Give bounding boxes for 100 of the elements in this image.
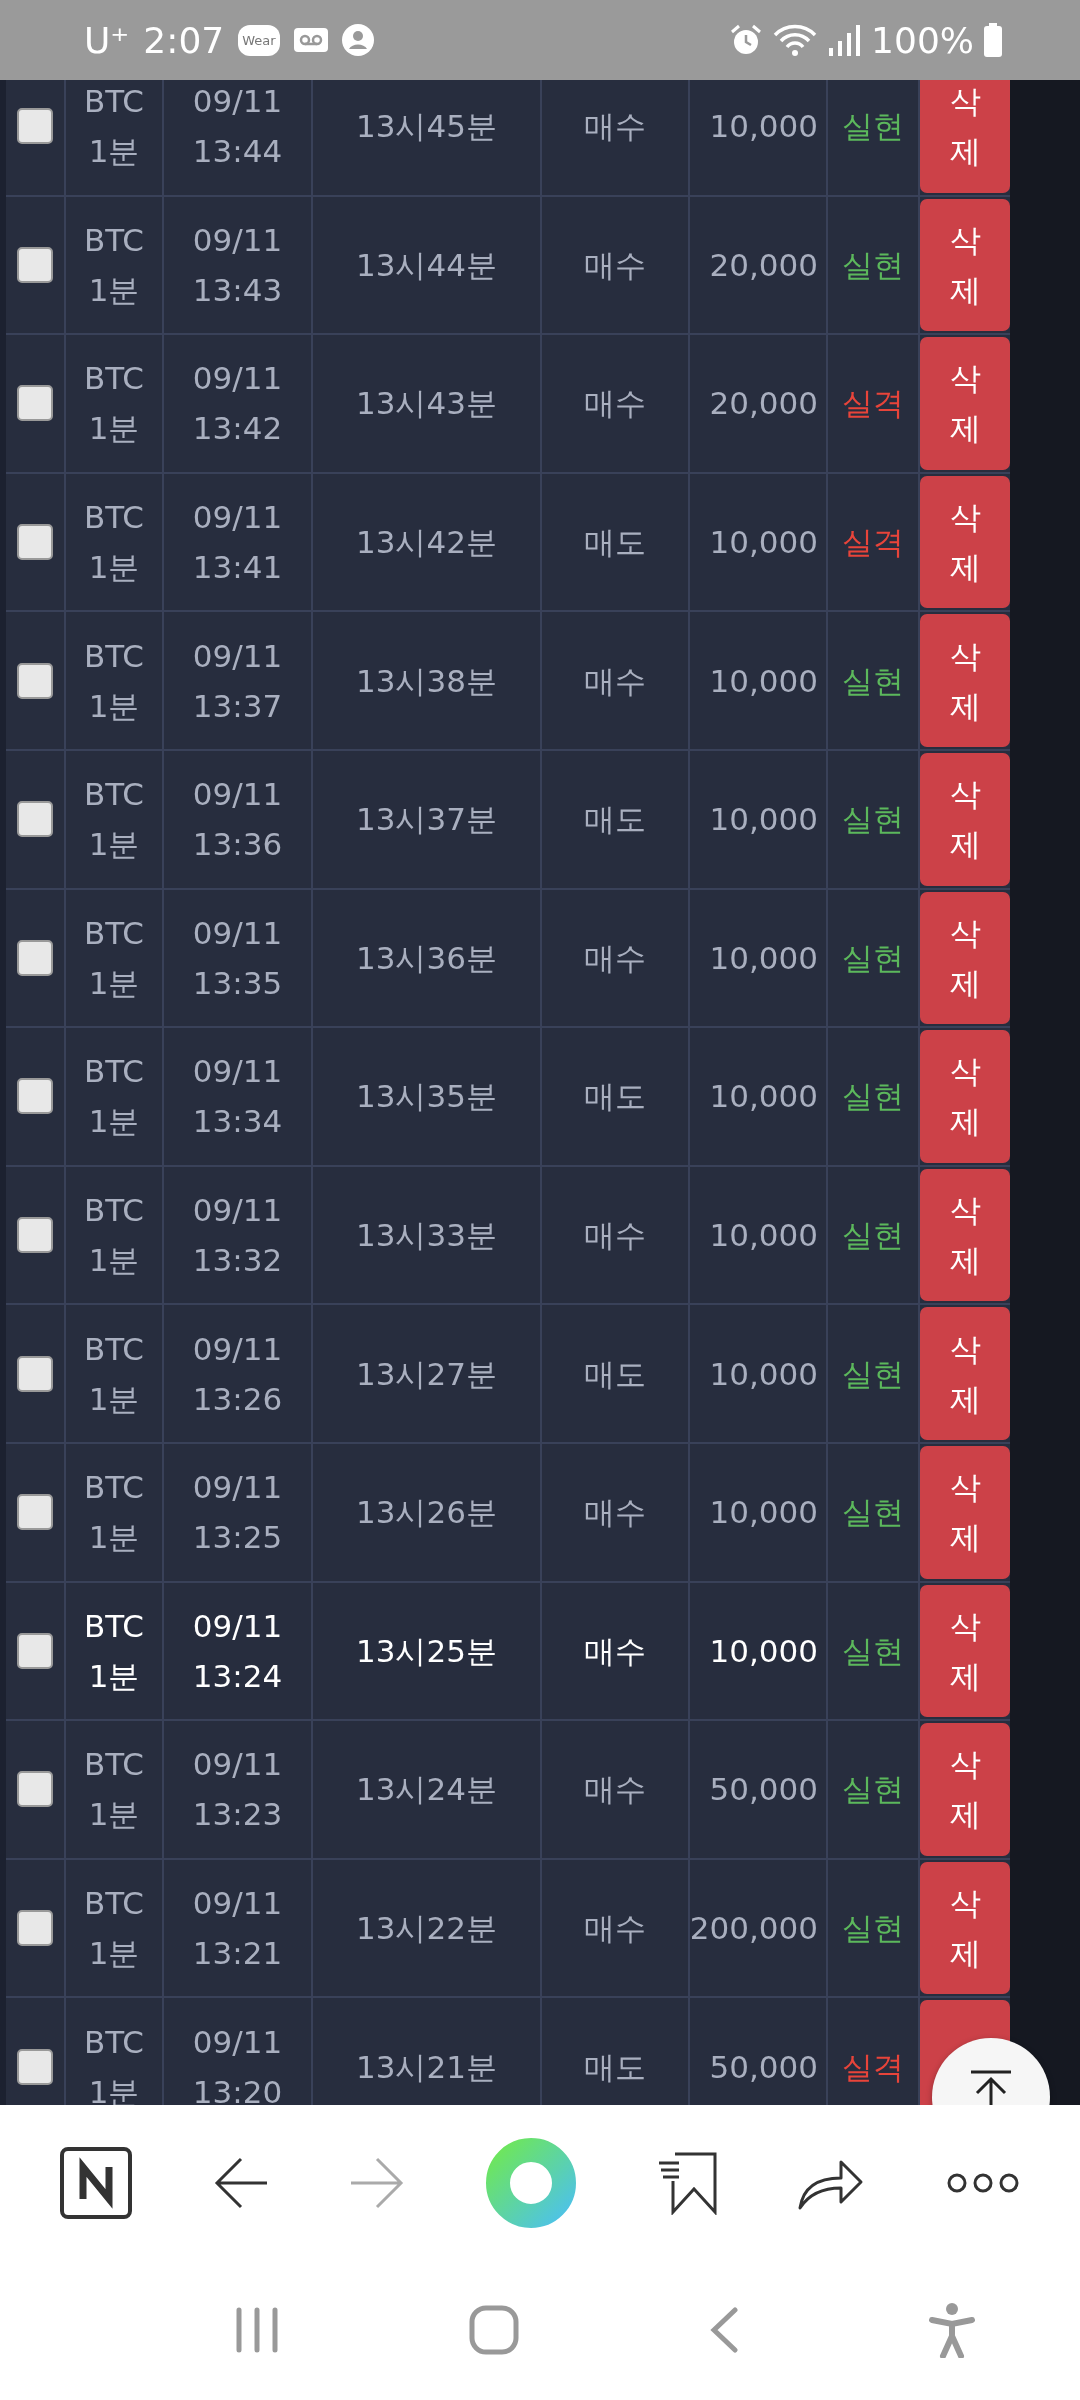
time-text: 13:41	[192, 548, 283, 588]
delete-button[interactable]: 삭제	[920, 1584, 1010, 1718]
date-text: 09/11	[192, 1468, 283, 1508]
delete-button[interactable]: 삭제	[920, 337, 1010, 470]
alarm-icon	[729, 23, 764, 57]
date-text: 09/11	[192, 1884, 283, 1923]
round-text: 13시44분	[356, 245, 497, 285]
time-text: 13:24	[192, 1656, 283, 1696]
symbol-text: BTC	[83, 1884, 144, 1923]
checkbox[interactable]	[17, 246, 53, 283]
interval-text: 1분	[88, 132, 140, 172]
checkbox[interactable]	[17, 1771, 53, 1808]
delete-button[interactable]: 삭제	[920, 198, 1010, 332]
result-text: 실현	[842, 1631, 904, 1671]
checkbox[interactable]	[17, 662, 53, 699]
round-text: 13시36분	[356, 938, 497, 978]
amount-text: 10,000	[709, 1216, 818, 1256]
delete-button[interactable]: 삭제	[920, 1445, 1010, 1579]
time-text: 13:32	[192, 1241, 283, 1281]
side-text: 매수	[584, 384, 646, 424]
round-text: 13시35분	[356, 1077, 497, 1117]
side-text: 매수	[584, 245, 646, 285]
amount-text: 10,000	[709, 107, 818, 147]
interval-text: 1분	[88, 1934, 140, 1973]
result-text: 실현	[842, 800, 904, 840]
amount-text: 50,000	[709, 2047, 818, 2087]
bookmark-icon[interactable]	[656, 2150, 717, 2215]
time-text: 13:34	[192, 1102, 283, 1142]
delete-button[interactable]: 삭제	[920, 1030, 1010, 1163]
interval-text: 1분	[88, 1379, 140, 1419]
symbol-text: BTC	[83, 636, 144, 676]
checkbox[interactable]	[17, 1632, 53, 1669]
round-text: 13시25분	[356, 1631, 497, 1671]
checkbox[interactable]	[17, 385, 53, 422]
side-text: 매도	[584, 523, 646, 563]
delete-button[interactable]: 삭제	[920, 614, 1010, 747]
delete-button[interactable]: 삭제	[920, 1307, 1010, 1440]
result-text: 실현	[842, 245, 904, 285]
amount-text: 200,000	[689, 1909, 818, 1948]
result-text: 실현	[842, 1493, 904, 1533]
amount-text: 10,000	[709, 1631, 818, 1671]
result-text: 실현	[842, 1909, 904, 1948]
delete-button[interactable]: 삭제	[920, 80, 1010, 193]
battery-icon	[984, 23, 1002, 57]
delete-button[interactable]: 삭제	[920, 475, 1010, 609]
side-text: 매도	[584, 2047, 646, 2087]
date-text: 09/11	[192, 1329, 283, 1369]
interval-text: 1분	[88, 409, 140, 449]
result-text: 실현	[842, 938, 904, 978]
symbol-text: BTC	[83, 2022, 144, 2062]
checkbox[interactable]	[17, 801, 53, 838]
time-text: 13:26	[192, 1379, 283, 1419]
checkbox[interactable]	[17, 1078, 53, 1115]
back-arrow-icon[interactable]	[212, 2156, 269, 2209]
checkbox[interactable]	[17, 1355, 53, 1392]
amount-text: 20,000	[709, 245, 818, 285]
checkbox[interactable]	[17, 108, 53, 145]
interval-text: 1분	[88, 1656, 140, 1696]
time-text: 13:35	[192, 963, 283, 1003]
recent-apps-icon[interactable]	[235, 2307, 279, 2353]
date-text: 09/11	[192, 2022, 283, 2062]
checkbox[interactable]	[17, 1217, 53, 1254]
battery-text: 100%	[871, 19, 974, 61]
round-text: 13시43분	[356, 384, 497, 424]
delete-button[interactable]: 삭제	[920, 752, 1010, 886]
checkbox[interactable]	[17, 1494, 53, 1531]
wifi-icon	[773, 23, 818, 57]
carrier-text: U⁺	[84, 19, 130, 61]
result-text: 실현	[842, 1770, 904, 1810]
delete-button[interactable]: 삭제	[920, 891, 1010, 1025]
delete-button[interactable]: 삭제	[920, 1168, 1010, 1302]
amount-text: 20,000	[709, 384, 818, 424]
delete-button[interactable]: 삭제	[920, 1861, 1010, 1995]
date-text: 09/11	[192, 775, 283, 815]
accessibility-icon[interactable]	[929, 2302, 975, 2358]
result-text: 실격	[842, 523, 904, 563]
symbol-text: BTC	[83, 1329, 144, 1369]
n-logo-icon[interactable]	[60, 2146, 133, 2219]
checkbox[interactable]	[17, 939, 53, 976]
home-icon[interactable]	[469, 2305, 519, 2355]
symbol-text: BTC	[83, 913, 144, 953]
round-text: 13시42분	[356, 523, 497, 563]
round-text: 13시27분	[356, 1354, 497, 1394]
checkbox[interactable]	[17, 524, 53, 561]
amount-text: 10,000	[709, 1493, 818, 1533]
symbol-text: BTC	[83, 1468, 144, 1508]
back-icon[interactable]	[709, 2307, 739, 2353]
signal-icon	[827, 24, 862, 56]
result-text: 실현	[842, 1354, 904, 1394]
date-text: 09/11	[192, 1191, 283, 1231]
date-text: 09/11	[192, 1052, 283, 1092]
checkbox[interactable]	[17, 2048, 53, 2085]
date-text: 09/11	[192, 1606, 283, 1646]
checkbox[interactable]	[17, 1910, 53, 1946]
delete-button[interactable]: 삭제	[920, 1723, 1010, 1856]
side-text: 매수	[584, 107, 646, 147]
clock-text: 2:07	[143, 19, 225, 61]
account-icon	[341, 24, 374, 56]
symbol-text: BTC	[83, 1052, 144, 1092]
interval-text: 1분	[88, 1795, 140, 1835]
